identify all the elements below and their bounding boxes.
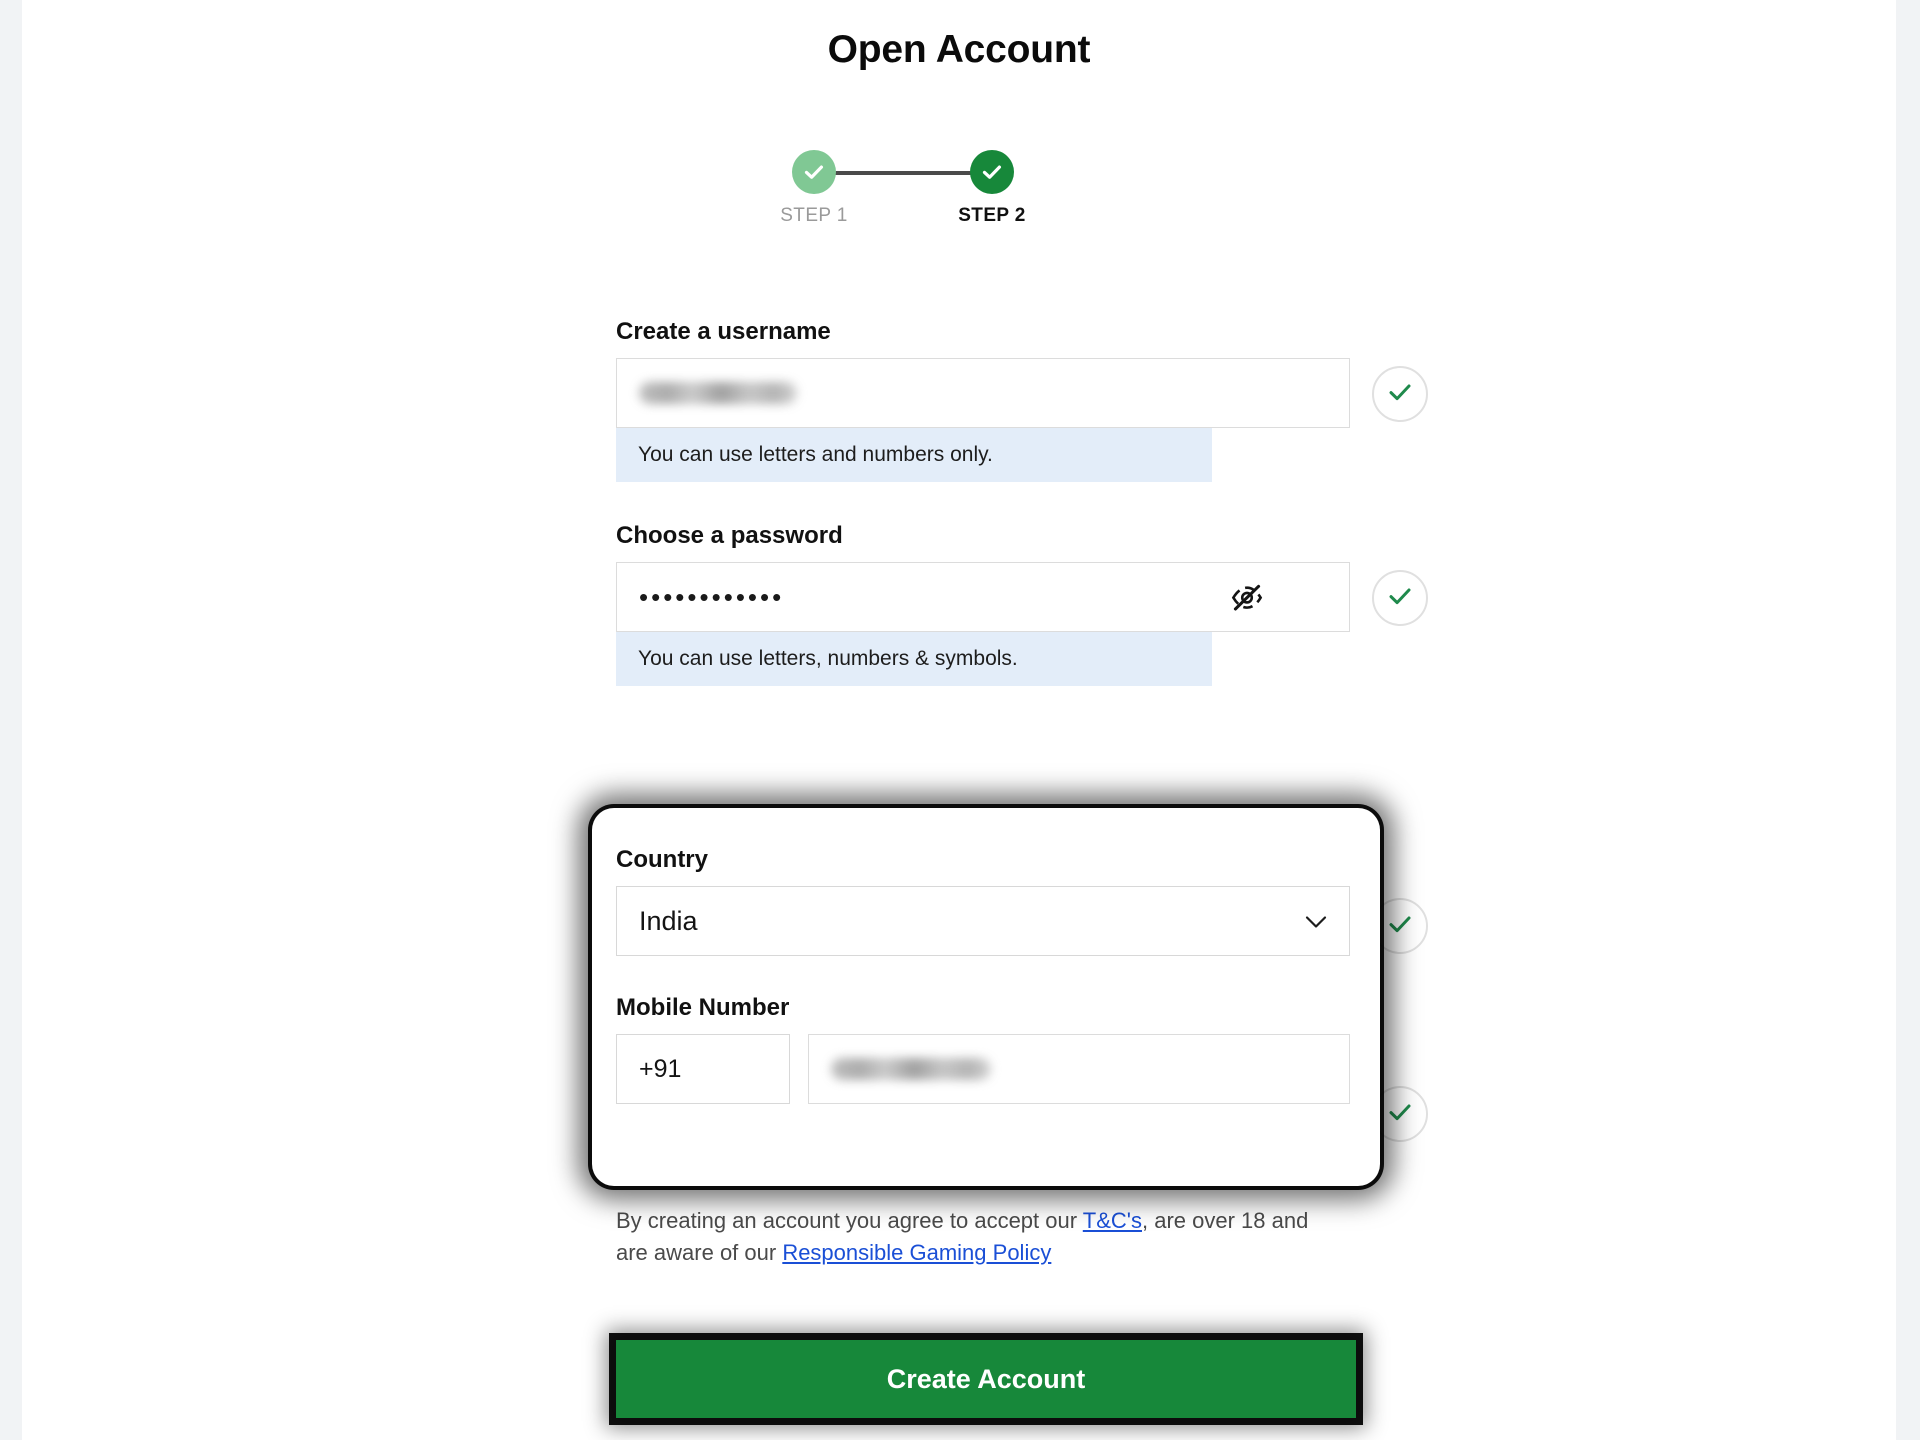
mobile-number-input[interactable] bbox=[808, 1034, 1350, 1104]
password-row: •••••••••••• bbox=[616, 562, 1428, 632]
password-masked-value: •••••••••••• bbox=[639, 582, 785, 612]
stepper-step-2[interactable]: STEP 2 bbox=[932, 150, 1052, 227]
step-2-label: STEP 2 bbox=[958, 205, 1026, 226]
eye-off-icon[interactable] bbox=[1230, 582, 1264, 612]
country-selected-value: India bbox=[639, 905, 698, 936]
responsible-gaming-policy-link[interactable]: Responsible Gaming Policy bbox=[782, 1240, 1051, 1265]
username-field-group: Create a username You can use letters an… bbox=[616, 318, 1428, 482]
stepper-step-1[interactable]: STEP 1 bbox=[754, 150, 874, 227]
step-2-circle bbox=[970, 150, 1014, 194]
content-sheet: Open Account STEP 1 STEP 2 Create a user… bbox=[22, 0, 1896, 1440]
password-hint: You can use letters, numbers & symbols. bbox=[616, 632, 1212, 686]
step-1-label: STEP 1 bbox=[780, 205, 848, 226]
mobile-number-value-redacted bbox=[831, 1058, 991, 1080]
username-valid-badge bbox=[1372, 366, 1428, 422]
country-select[interactable]: India bbox=[616, 886, 1350, 956]
signup-page: Open Account STEP 1 STEP 2 Create a user… bbox=[0, 0, 1920, 1440]
chevron-down-icon bbox=[1305, 906, 1327, 937]
mobile-input-row: +91 bbox=[616, 1034, 1356, 1104]
check-icon bbox=[1385, 909, 1415, 944]
mobile-label: Mobile Number bbox=[616, 994, 790, 1021]
password-label: Choose a password bbox=[616, 522, 843, 549]
create-account-button[interactable]: Create Account bbox=[616, 1340, 1356, 1418]
country-valid-badge bbox=[1372, 898, 1428, 954]
terms-text: By creating an account you agree to acce… bbox=[616, 1205, 1346, 1269]
username-hint: You can use letters and numbers only. bbox=[616, 428, 1212, 482]
check-icon bbox=[1385, 1097, 1415, 1132]
mobile-valid-badge bbox=[1372, 1086, 1428, 1142]
highlighted-country-mobile-card: Country India Mobile Number +91 bbox=[592, 808, 1380, 1186]
terms-and-conditions-link[interactable]: T&C's bbox=[1083, 1208, 1142, 1233]
check-icon bbox=[980, 160, 1004, 184]
page-title: Open Account bbox=[827, 28, 1091, 71]
country-code-value: +91 bbox=[639, 1054, 682, 1083]
step-1-circle bbox=[792, 150, 836, 194]
username-row bbox=[616, 358, 1428, 428]
check-icon bbox=[1385, 377, 1415, 412]
signup-form: Create a username You can use letters an… bbox=[616, 318, 1428, 686]
terms-part-1: By creating an account you agree to acce… bbox=[616, 1208, 1083, 1233]
username-label: Create a username bbox=[616, 318, 831, 345]
username-input[interactable] bbox=[616, 358, 1350, 428]
check-icon bbox=[1385, 581, 1415, 616]
password-valid-badge bbox=[1372, 570, 1428, 626]
progress-stepper: STEP 1 STEP 2 bbox=[779, 150, 1139, 250]
country-code-field[interactable]: +91 bbox=[616, 1034, 790, 1104]
country-label: Country bbox=[616, 846, 708, 873]
submit-area: Create Account bbox=[616, 1340, 1356, 1418]
password-field-group: Choose a password •••••••••••• You can u… bbox=[616, 522, 1428, 686]
check-icon bbox=[802, 160, 826, 184]
username-value-redacted bbox=[639, 382, 797, 404]
